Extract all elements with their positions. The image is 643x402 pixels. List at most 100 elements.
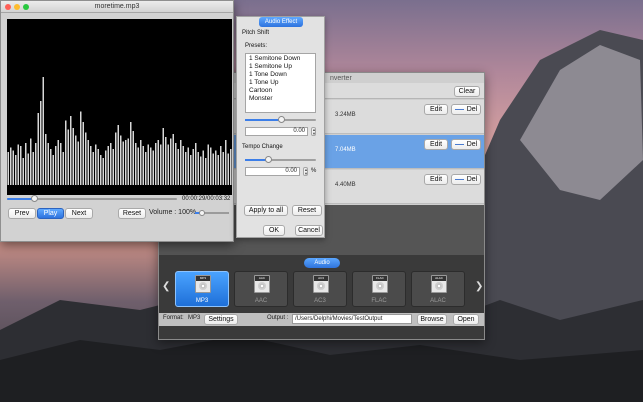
tempo-value-field[interactable]: 0.00 xyxy=(245,167,300,176)
cancel-button[interactable]: Cancel xyxy=(295,225,323,236)
spectrum-bar xyxy=(125,140,127,185)
format-item-aac[interactable]: AAC AAC xyxy=(234,271,288,307)
spectrum-bar xyxy=(190,155,192,185)
delete-button[interactable]: Del xyxy=(451,174,481,185)
tab-audio-effect[interactable]: Audio Effect xyxy=(259,17,303,27)
progress-slider[interactable] xyxy=(7,195,177,202)
format-tab-audio[interactable]: Audio xyxy=(304,258,340,268)
spectrum-bar xyxy=(77,141,79,185)
effect-reset-button[interactable]: Reset xyxy=(292,205,322,216)
spectrum-bar xyxy=(215,150,217,185)
player-window: moretime.mp3 00:00:29/00:03:32 Prev Play… xyxy=(0,0,234,242)
list-item[interactable]: Monster xyxy=(249,95,272,102)
spectrum-bar xyxy=(225,140,227,185)
delete-label: Del xyxy=(466,106,478,113)
title-bar[interactable]: moretime.mp3 xyxy=(1,1,233,13)
prev-button[interactable]: Prev xyxy=(8,208,36,219)
spectrum-bar xyxy=(145,152,147,185)
spectrum-bar xyxy=(37,113,39,185)
spectrum-bar xyxy=(35,143,37,185)
format-tag: ALAC xyxy=(432,276,446,281)
list-item[interactable]: 1 Tone Down xyxy=(249,71,287,78)
presets-list[interactable]: 1 Semitone Down 1 Semitone Up 1 Tone Dow… xyxy=(245,53,316,113)
spectrum-bar xyxy=(97,149,99,185)
spectrum-bar xyxy=(7,152,9,185)
spectrum-bar xyxy=(177,149,179,185)
spectrum-bar xyxy=(132,131,134,185)
progress-knob[interactable] xyxy=(31,195,39,202)
format-label-text: Format: xyxy=(163,315,184,321)
spectrum-bar xyxy=(185,152,187,185)
format-item-flac[interactable]: FLAC FLAC xyxy=(352,271,406,307)
spectrum-bar xyxy=(117,125,119,185)
spectrum-bar xyxy=(22,158,24,185)
spectrum-bar xyxy=(45,134,47,185)
spectrum-bar xyxy=(172,134,174,185)
spectrum-bar xyxy=(107,146,109,185)
chevron-left-icon[interactable]: ❮ xyxy=(162,281,170,292)
list-item[interactable]: 1 Semitone Down xyxy=(249,55,300,62)
format-tag: AAC xyxy=(255,276,269,281)
spectrum-bar xyxy=(150,147,152,185)
pitch-slider[interactable] xyxy=(245,116,316,123)
play-button[interactable]: Play xyxy=(37,208,64,219)
window-title: moretime.mp3 xyxy=(94,3,140,10)
volume-knob[interactable] xyxy=(198,210,205,216)
next-button[interactable]: Next xyxy=(65,208,93,219)
pitch-value-field[interactable]: 0.00 xyxy=(245,127,308,136)
spectrum-bar xyxy=(102,158,104,185)
list-item[interactable]: 1 Tone Up xyxy=(249,79,279,86)
format-item-mp3[interactable]: MP3 MP3 xyxy=(175,271,229,307)
chevron-right-icon[interactable]: ❯ xyxy=(475,281,483,292)
spectrum-bar xyxy=(222,152,224,185)
spectrum-bar xyxy=(75,135,77,185)
clear-button[interactable]: Clear xyxy=(454,86,480,97)
reset-button[interactable]: Reset xyxy=(118,208,146,219)
progress-fill xyxy=(7,198,35,200)
spectrum-bar xyxy=(230,149,232,185)
volume-label: Volume : 100% xyxy=(149,209,197,216)
volume-slider[interactable] xyxy=(195,210,229,216)
delete-button[interactable]: Del xyxy=(451,139,481,150)
spectrum-bar xyxy=(15,155,17,185)
edit-button[interactable]: Edit xyxy=(424,104,448,115)
spectrum-bar xyxy=(30,138,32,185)
delete-button[interactable]: Del xyxy=(451,104,481,115)
output-path-field[interactable]: /Users/Delphi/Movies/TestOutput xyxy=(292,314,412,324)
file-size: 7.04MB xyxy=(335,147,356,153)
format-item-ac3[interactable]: AC3 AC3 xyxy=(293,271,347,307)
pitch-stepper[interactable]: ▲ ▼ xyxy=(311,127,316,136)
open-button[interactable]: Open xyxy=(453,314,479,325)
spectrum-bar xyxy=(205,158,207,185)
spectrum-bar xyxy=(175,143,177,185)
spectrum-bar xyxy=(120,135,122,185)
spectrum-bar xyxy=(87,140,89,185)
spectrum-bar xyxy=(162,128,164,185)
audio-file-icon: AC3 xyxy=(313,275,329,293)
remove-icon xyxy=(454,108,464,110)
pitch-slider-knob[interactable] xyxy=(277,116,285,123)
spectrum-bar xyxy=(212,153,214,185)
edit-button[interactable]: Edit xyxy=(424,139,448,150)
spectrum-bar xyxy=(140,140,142,185)
format-tag: AC3 xyxy=(314,276,328,281)
edit-button[interactable]: Edit xyxy=(424,174,448,185)
list-item[interactable]: Cartoon xyxy=(249,87,272,94)
browse-button[interactable]: Browse xyxy=(417,314,447,325)
settings-button[interactable]: Settings xyxy=(204,314,238,325)
tempo-slider-knob[interactable] xyxy=(265,156,273,163)
file-size: 4.40MB xyxy=(335,182,356,188)
list-item[interactable]: 1 Semitone Up xyxy=(249,63,292,70)
format-item-alac[interactable]: ALAC ALAC xyxy=(411,271,465,307)
delete-label: Del xyxy=(466,176,478,183)
apply-to-all-button[interactable]: Apply to all xyxy=(244,205,288,216)
presets-label: Presets: xyxy=(245,43,268,49)
tempo-slider[interactable] xyxy=(245,156,316,163)
spectrum-bar xyxy=(57,140,59,185)
tempo-stepper[interactable]: ▲ ▼ xyxy=(303,167,308,176)
ok-button[interactable]: OK xyxy=(263,225,285,236)
spectrum-bar xyxy=(197,152,199,185)
spectrum-bar xyxy=(17,144,19,185)
spectrum-bar xyxy=(127,138,129,185)
spectrum-bar xyxy=(220,146,222,185)
